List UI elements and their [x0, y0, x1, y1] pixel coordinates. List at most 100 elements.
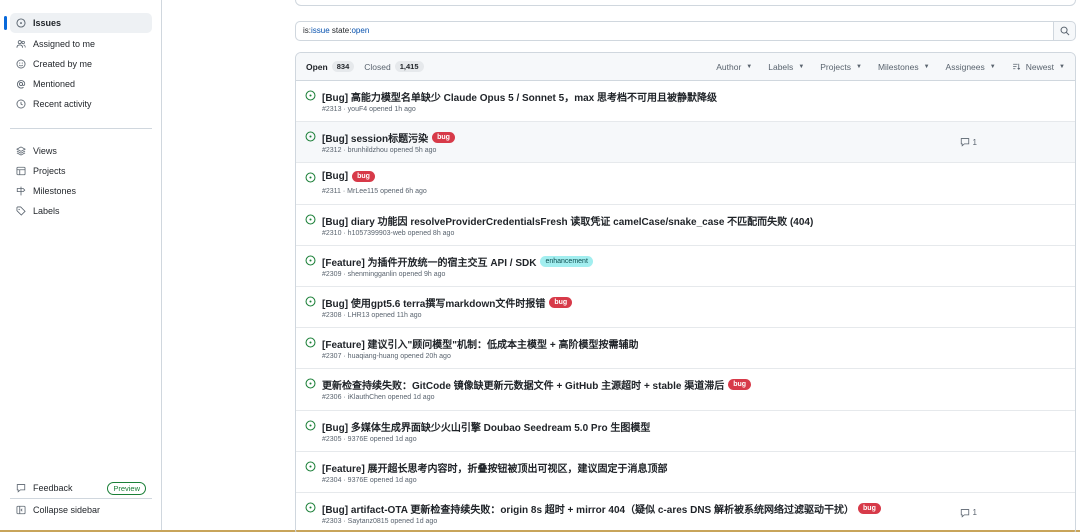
search-input[interactable]: is:issue state:open: [296, 22, 1053, 40]
issue-title-row: [Bug] session标题污染 bug: [322, 130, 455, 145]
issue-opened-icon: [305, 214, 316, 225]
issue-opened-icon: [305, 502, 316, 513]
issue-row[interactable]: [Bug] bug #2311 · MrLee115 opened 6h ago: [296, 163, 1075, 205]
issue-opened-icon: [305, 172, 316, 183]
sidebar-item-label: Milestones: [33, 186, 77, 196]
issue-opened-icon: [305, 255, 316, 266]
issue-title-link[interactable]: [Bug]: [322, 171, 348, 182]
issue-label[interactable]: bug: [858, 502, 881, 514]
projects-filter[interactable]: Projects ▼: [820, 62, 862, 72]
chevron-down-icon: ▼: [798, 63, 805, 70]
sidebar-divider: [10, 498, 152, 499]
issue-opened-icon: [305, 296, 316, 307]
issue-title-link[interactable]: 更新检查持续失败：GitCode 镜像缺更新元数据文件 + GitHub 主源超…: [322, 377, 724, 392]
issue-title-row: [Bug] 使用gpt5.6 terra撰写markdown文件时报错 bug: [322, 295, 573, 310]
issue-title-link[interactable]: [Bug] session标题污染: [322, 130, 428, 145]
issue-meta: #2311 · MrLee115 opened 6h ago: [322, 188, 427, 196]
issue-label[interactable]: bug: [728, 379, 752, 391]
sort-icon: [1012, 63, 1020, 70]
sidebar-item-labels[interactable]: Labels: [10, 201, 152, 221]
issues-list-header: Open 834 Closed 1,415 Author ▼ Labels ▼ Pr…: [296, 53, 1075, 81]
sidebar-collapse-icon: [16, 505, 26, 515]
sidebar-item-recent[interactable]: Recent activity: [10, 94, 152, 114]
issue-row[interactable]: [Bug] diary 功能因 resolveProviderCredentia…: [296, 205, 1075, 246]
sidebar-item-issues[interactable]: Issues: [4, 13, 152, 33]
issue-row[interactable]: [Feature] 展开超长思考内容时，折叠按钮被顶出可视区，建议固定于消息顶部…: [296, 452, 1075, 493]
sidebar-item-label: Collapse sidebar: [33, 505, 101, 515]
issue-row[interactable]: [Bug] 使用gpt5.6 terra撰写markdown文件时报错 bug #…: [296, 287, 1075, 329]
chevron-down-icon: ▼: [989, 63, 996, 70]
chevron-down-icon: ▼: [746, 63, 753, 70]
issue-opened-icon: [305, 90, 316, 101]
issue-meta: #2308 · LHR13 opened 11h ago: [322, 311, 422, 319]
sidebar-item-assigned[interactable]: Assigned to me: [10, 34, 152, 54]
chevron-down-icon: ▼: [923, 63, 930, 70]
tab-closed[interactable]: Closed 1,415: [364, 61, 424, 72]
sidebar-item-feedback[interactable]: Feedback Preview: [10, 478, 152, 498]
sidebar-item-views[interactable]: Views: [10, 141, 152, 161]
sort-dropdown[interactable]: Newest ▼: [1012, 62, 1065, 72]
sidebar-item-label: Recent activity: [33, 99, 92, 109]
issue-row[interactable]: [Bug] 高能力模型名单缺少 Claude Opus 5 / Sonnet 5…: [296, 81, 1075, 123]
issue-row[interactable]: [Bug] session标题污染 bug #2312 · brunhildzho…: [296, 122, 1075, 164]
search-button[interactable]: [1053, 22, 1075, 40]
sidebar-item-label: Views: [33, 146, 57, 156]
issue-title-row: [Feature] 展开超长思考内容时，折叠按钮被顶出可视区，建议固定于消息顶部: [322, 460, 668, 475]
comment-icon: [960, 138, 969, 147]
issue-title-link[interactable]: [Bug] 高能力模型名单缺少 Claude Opus 5 / Sonnet 5…: [322, 89, 717, 104]
preview-badge: Preview: [107, 481, 146, 495]
sidebar-item-created[interactable]: Created by me: [10, 54, 152, 74]
collapse-sidebar-button[interactable]: Collapse sidebar: [10, 500, 152, 520]
issue-label[interactable]: bug: [549, 296, 573, 308]
author-filter[interactable]: Author ▼: [716, 62, 752, 72]
table-icon: [16, 166, 26, 176]
issue-search: is:issue state:open: [295, 21, 1076, 41]
issue-row[interactable]: [Feature] 建议引入"顾问模型"机制：低成本主模型 + 高阶模型按需辅助…: [296, 328, 1075, 370]
issue-title-link[interactable]: [Feature] 建议引入"顾问模型"机制：低成本主模型 + 高阶模型按需辅助: [322, 336, 638, 351]
closed-count: 1,415: [394, 61, 424, 72]
assignees-filter[interactable]: Assignees ▼: [946, 62, 996, 72]
issue-meta: #2303 · Saytanz0815 opened 1d ago: [322, 517, 438, 525]
tab-open[interactable]: Open 834: [306, 61, 355, 72]
sidebar-item-label: Labels: [33, 206, 60, 216]
issue-meta: #2306 · iKlauthChen opened 1d ago: [322, 394, 435, 402]
issue-opened-icon: [16, 18, 26, 28]
milestone-icon: [16, 186, 26, 196]
issue-title-link[interactable]: [Bug] diary 功能因 resolveProviderCredentia…: [322, 213, 813, 228]
issue-row[interactable]: 更新检查持续失败：GitCode 镜像缺更新元数据文件 + GitHub 主源超…: [296, 369, 1075, 411]
sidebar: Issues Assigned to me Created by me Ment…: [0, 0, 162, 530]
issue-title-link[interactable]: [Bug] 使用gpt5.6 terra撰写markdown文件时报错: [322, 295, 545, 310]
comment-count[interactable]: 1: [960, 508, 977, 518]
comment-icon: [960, 509, 969, 518]
issue-title-link[interactable]: [Feature] 为插件开放统一的宿主交互 API / SDK: [322, 254, 536, 269]
issue-label[interactable]: bug: [352, 171, 375, 183]
issue-meta: #2313 · youF4 opened 1h ago: [322, 106, 416, 113]
open-count: 834: [331, 61, 355, 72]
issue-title-link[interactable]: [Bug] artifact-OTA 更新检查持续失败：origin 8s 超时…: [322, 501, 854, 516]
sidebar-item-label: Mentioned: [33, 79, 76, 89]
chevron-down-icon: ▼: [855, 63, 862, 70]
issue-label[interactable]: bug: [432, 132, 455, 144]
milestones-filter[interactable]: Milestones ▼: [878, 62, 930, 72]
comment-count[interactable]: 1: [960, 137, 977, 147]
issue-row[interactable]: [Bug] artifact-OTA 更新检查持续失败：origin 8s 超时…: [296, 493, 1075, 532]
labels-filter[interactable]: Labels ▼: [768, 62, 804, 72]
sidebar-item-milestones[interactable]: Milestones: [10, 181, 152, 201]
issue-title-link[interactable]: [Bug] 多媒体生成界面缺少火山引擎 Doubao Seedream 5.0 …: [322, 419, 650, 434]
sidebar-item-mentioned[interactable]: Mentioned: [10, 74, 152, 94]
people-icon: [16, 39, 26, 49]
stack-icon: [16, 146, 26, 156]
issue-meta: #2307 · huaqiang-huang opened 20h ago: [322, 353, 451, 361]
issue-title-row: [Bug] 多媒体生成界面缺少火山引擎 Doubao Seedream 5.0 …: [322, 419, 650, 434]
issue-row[interactable]: [Bug] 多媒体生成界面缺少火山引擎 Doubao Seedream 5.0 …: [296, 411, 1075, 452]
sidebar-divider: [10, 128, 152, 129]
issue-row[interactable]: [Feature] 为插件开放统一的宿主交互 API / SDK enhancem…: [296, 246, 1075, 287]
issue-opened-icon: [305, 337, 316, 348]
sidebar-item-label: Assigned to me: [33, 39, 96, 49]
issue-title-row: [Feature] 建议引入"顾问模型"机制：低成本主模型 + 高阶模型按需辅助: [322, 336, 638, 351]
issue-meta: #2304 · 9376E opened 1d ago: [322, 476, 417, 484]
sidebar-item-projects[interactable]: Projects: [10, 161, 152, 181]
issue-label[interactable]: enhancement: [540, 255, 593, 267]
issue-title-link[interactable]: [Feature] 展开超长思考内容时，折叠按钮被顶出可视区，建议固定于消息顶部: [322, 460, 668, 475]
issue-meta: #2312 · brunhildzhou opened 5h ago: [322, 147, 437, 155]
